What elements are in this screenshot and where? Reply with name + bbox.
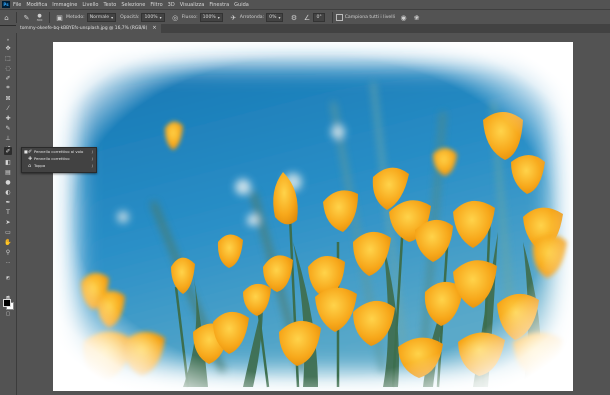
default-colors-icon[interactable]: ◩ [4, 273, 12, 281]
pen-tool-icon[interactable]: ✒ [4, 198, 12, 206]
flyout-item-label: Pennello correttivo al volo [34, 149, 84, 154]
photoshop-logo[interactable]: Ps [2, 1, 10, 8]
menu-select[interactable]: Selezione [121, 2, 145, 8]
menu-layer[interactable]: Livello [82, 2, 98, 8]
pressure-size-icon[interactable]: ◉ [399, 13, 408, 22]
chevron-down-icon: ▾ [111, 15, 114, 20]
more-tools-icon[interactable]: ··· [4, 259, 12, 267]
angle-icon: ∠ [303, 13, 311, 22]
screen-mode-icon[interactable]: ▢ [4, 310, 12, 318]
marquee-tool-icon[interactable]: ⬚ [4, 54, 12, 62]
sample-all-layers-label: Campiona tutti i livelli [344, 15, 396, 20]
home-icon[interactable]: ⌂ [2, 13, 11, 22]
flyout-item-spot-healing-brush[interactable]: ■ ✐ Pennello correttivo al volo J [22, 148, 96, 155]
zoom-tool-icon[interactable]: ⚲ [4, 248, 12, 256]
rectangle-tool-icon[interactable]: ▭ [4, 228, 12, 236]
opacity-field[interactable]: 100% ▾ [141, 13, 165, 22]
mode-value: Normale [89, 15, 110, 20]
blur-tool-icon[interactable]: ● [4, 178, 12, 186]
menu-type[interactable]: Testo [103, 2, 116, 8]
flyout-item-patch[interactable]: ⌂ Toppa J [22, 162, 96, 169]
mode-label: Metodo: [66, 15, 85, 20]
quick-selection-tool-icon[interactable]: ✐ [4, 74, 12, 82]
airbrush-icon[interactable]: ✈ [229, 13, 238, 22]
flyout-item-healing-brush[interactable]: ✚ Pennello correttivo J [22, 155, 96, 162]
flyout-item-shortcut: J [91, 163, 93, 168]
flyout-item-label: Pennello correttivo [34, 156, 70, 161]
angle-field[interactable]: 0° [313, 13, 325, 22]
angle-value: 0° [316, 15, 322, 20]
crop-tool-icon[interactable]: ⌗ [4, 84, 12, 92]
flyout-item-label: Toppa [34, 163, 46, 168]
frame-tool-icon[interactable]: ⊠ [4, 94, 12, 102]
move-tool-icon[interactable]: ✥ [4, 44, 12, 52]
photo-image [53, 42, 573, 391]
path-selection-tool-icon[interactable]: ➤ [4, 218, 12, 226]
chevron-down-icon: ▾ [278, 15, 281, 20]
document-tab[interactable]: tommy-okeefe-bq-kBBYEfs-unsplash.jpg @ 1… [16, 24, 161, 33]
spot-healing-tool-icon[interactable]: ✚ [4, 114, 12, 122]
menu-image[interactable]: Immagine [52, 2, 77, 8]
sample-all-layers-checkbox[interactable] [335, 14, 343, 21]
collapse-toolbar-icon[interactable]: » [4, 35, 12, 43]
separator [331, 12, 333, 23]
opacity-value: 100% [144, 15, 158, 20]
menu-view[interactable]: Visualizza [180, 2, 205, 8]
document-canvas[interactable] [53, 42, 573, 391]
flyout-item-shortcut: J [91, 156, 93, 161]
menu-edit[interactable]: Modifica [26, 2, 47, 8]
chevron-down-icon: ▾ [159, 15, 162, 20]
menu-filter[interactable]: Filtro [150, 2, 162, 8]
brush-size-value: 300 [36, 17, 43, 22]
separator [16, 12, 17, 23]
type-tool-icon[interactable]: T [4, 208, 12, 216]
smoothing-options-gear-icon[interactable]: ⚙ [289, 13, 298, 22]
symmetry-icon[interactable]: ❀ [412, 13, 421, 22]
flow-field[interactable]: 100% ▾ [199, 13, 223, 22]
dodge-tool-icon[interactable]: ◐ [4, 188, 12, 196]
mode-dropdown[interactable]: Normale ▾ [86, 13, 117, 22]
smoothing-field[interactable]: 0% ▾ [266, 13, 284, 22]
tools-panel: » ✥ ⬚ ◌ ✐ ⌗ ⊠ ⁄ ✚ ✎ ⊥ ↺ ✐ ◧ ▤ ● ◐ ✒ T ➤ … [0, 33, 17, 395]
flyout-item-shortcut: J [91, 149, 93, 154]
smoothing-value: 0% [269, 15, 277, 20]
document-tab-title: tommy-okeefe-bq-kBBYEfs-unsplash.jpg @ 1… [20, 26, 148, 31]
menu-file[interactable]: File [13, 2, 21, 8]
smoothing-label: Arrotonda: [239, 15, 265, 20]
eraser-tool-icon[interactable]: ◧ [4, 158, 12, 166]
pressure-opacity-icon[interactable]: ◎ [171, 13, 180, 22]
menu-3d[interactable]: 3D [168, 2, 175, 8]
close-icon[interactable]: × [152, 24, 156, 33]
foreground-color-swatch[interactable] [3, 299, 11, 307]
gradient-tool-icon[interactable]: ▤ [4, 168, 12, 176]
healing-brush-tool-active-icon[interactable]: ✐ [4, 147, 12, 155]
brush-preset-icon[interactable]: ● 300 [35, 13, 44, 22]
lasso-tool-icon[interactable]: ◌ [4, 64, 12, 72]
document-tab-bar: tommy-okeefe-bq-kBBYEfs-unsplash.jpg @ 1… [16, 24, 610, 33]
brush-settings-icon[interactable]: ▣ [55, 13, 64, 22]
menu-window[interactable]: Finestra [209, 2, 229, 8]
healing-tools-flyout-menu: ■ ✐ Pennello correttivo al volo J ✚ Penn… [21, 147, 97, 173]
separator [49, 12, 50, 23]
hand-tool-icon[interactable]: ✋ [4, 238, 12, 246]
healing-brush-tool-icon[interactable]: ✎ [22, 13, 31, 22]
flow-label: Flusso: [181, 15, 198, 20]
flow-value: 100% [202, 15, 216, 20]
opacity-label: Opacità: [120, 15, 140, 20]
chevron-down-icon: ▾ [217, 15, 220, 20]
brush-tool-icon[interactable]: ✎ [4, 124, 12, 132]
clone-stamp-tool-icon[interactable]: ⊥ [4, 134, 12, 142]
menu-bar: Ps File Modifica Immagine Livello Testo … [0, 0, 610, 9]
eyedropper-tool-icon[interactable]: ⁄ [4, 104, 12, 112]
menu-help[interactable]: Guida [234, 2, 249, 8]
